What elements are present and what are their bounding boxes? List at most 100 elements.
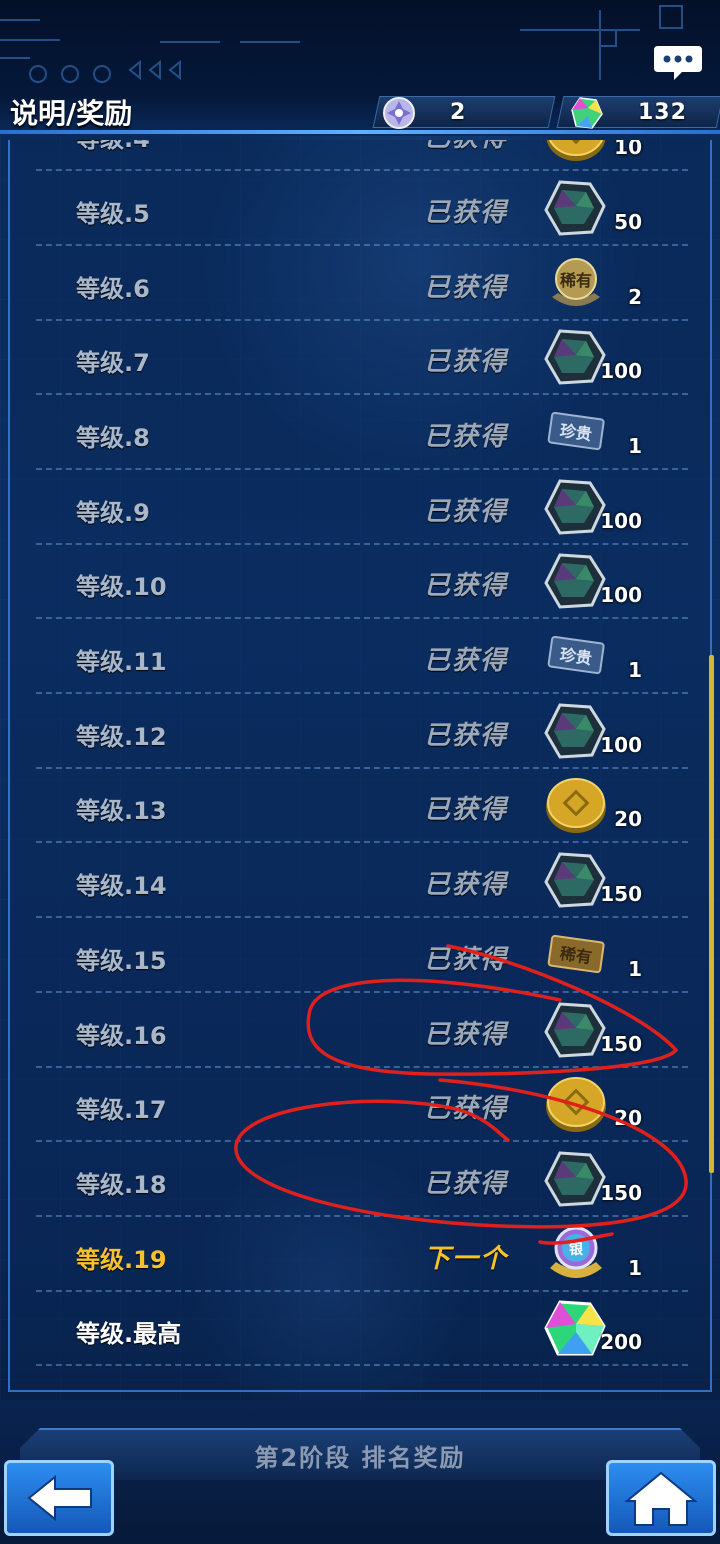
reward-level-label: 等级.15 bbox=[76, 946, 167, 975]
chat-bubble-icon[interactable] bbox=[652, 44, 704, 82]
reward-level-label: 等级.13 bbox=[76, 797, 167, 826]
gold-coin-icon[interactable] bbox=[542, 775, 610, 837]
reward-row: 等级.13 已获得 20 bbox=[10, 769, 710, 844]
reward-status-label: 已获得 bbox=[424, 1094, 509, 1125]
reward-level-label: 等级.17 bbox=[76, 1096, 167, 1125]
header-divider bbox=[0, 130, 720, 134]
reward-row: 等级.6 已获得 稀有 2 bbox=[10, 247, 710, 321]
reward-level-label: 等级.11 bbox=[76, 648, 167, 677]
reward-level-label: 等级.8 bbox=[76, 423, 150, 452]
row-divider bbox=[36, 243, 688, 246]
reward-row: 等级.7 已获得 100 bbox=[10, 321, 710, 396]
reward-status-label: 已获得 bbox=[424, 870, 509, 901]
reward-level-label: 等级.19 bbox=[76, 1245, 167, 1274]
scrollbar[interactable] bbox=[709, 655, 714, 1173]
reward-status-label: 下一个 bbox=[424, 1243, 509, 1274]
reward-quantity: 10 bbox=[614, 140, 642, 160]
precious-ticket-icon[interactable]: 珍贵 bbox=[542, 626, 610, 688]
reward-row: 等级.5 已获得 50 bbox=[10, 172, 710, 246]
reward-level-label: 等级.14 bbox=[76, 872, 167, 901]
row-divider bbox=[36, 169, 688, 172]
reward-quantity: 2 bbox=[628, 284, 642, 309]
reward-quantity: 1 bbox=[628, 658, 642, 683]
reward-quantity: 150 bbox=[600, 882, 642, 907]
row-divider bbox=[36, 1289, 688, 1292]
home-icon bbox=[624, 1471, 698, 1526]
row-divider bbox=[36, 990, 688, 993]
reward-status-label: 已获得 bbox=[424, 197, 509, 228]
reward-status-label: 已获得 bbox=[424, 140, 508, 154]
reward-quantity: 1 bbox=[628, 956, 642, 981]
row-divider bbox=[36, 617, 688, 620]
top-bar: 说明/奖励 2 132 bbox=[0, 0, 720, 136]
home-button[interactable] bbox=[606, 1460, 716, 1536]
reward-row: 等级.15 已获得 稀有 1 bbox=[10, 919, 710, 993]
reward-list-panel[interactable]: 等级.4已获得10等级.5已获得50等级.6已获得稀有2等级.7已获得100等级… bbox=[8, 140, 712, 1392]
rare-medal-icon[interactable]: 稀有 bbox=[542, 253, 610, 315]
reward-level-label: 等级.6 bbox=[76, 274, 150, 303]
reward-status-label: 已获得 bbox=[424, 496, 509, 527]
row-divider bbox=[36, 1364, 688, 1367]
reward-row: 等级.11 已获得 珍贵 1 bbox=[10, 620, 710, 695]
reward-quantity: 50 bbox=[614, 209, 642, 234]
reward-row: 等级.12 已获得 100 bbox=[10, 695, 710, 769]
rare-ticket-icon[interactable]: 稀有 bbox=[542, 925, 610, 987]
reward-row: 等级.9 已获得 100 bbox=[10, 471, 710, 545]
orb-count: 2 bbox=[450, 100, 467, 125]
reward-quantity: 20 bbox=[614, 1106, 642, 1131]
reward-status-label: 已获得 bbox=[424, 1019, 509, 1050]
reward-quantity: 100 bbox=[600, 732, 642, 757]
row-divider bbox=[36, 318, 688, 321]
gem-icon[interactable] bbox=[542, 178, 610, 240]
reward-status-label: 已获得 bbox=[424, 421, 509, 452]
reward-level-label: 等级.10 bbox=[76, 573, 167, 602]
reward-quantity: 100 bbox=[600, 508, 642, 533]
reward-status-label: 已获得 bbox=[424, 720, 509, 751]
reward-level-label: 等级.4 bbox=[76, 140, 150, 154]
reward-level-label: 等级.5 bbox=[76, 199, 150, 228]
reward-row: 等级.14 已获得 150 bbox=[10, 844, 710, 919]
page-title: 说明/奖励 bbox=[10, 97, 133, 130]
reward-quantity: 1 bbox=[628, 1255, 642, 1280]
row-divider bbox=[36, 766, 688, 769]
back-button[interactable] bbox=[4, 1460, 114, 1536]
reward-status-label: 已获得 bbox=[424, 571, 509, 602]
reward-row: 等级.17 已获得 20 bbox=[10, 1068, 710, 1143]
reward-quantity: 1 bbox=[628, 433, 642, 458]
row-divider bbox=[36, 916, 688, 919]
reward-row: 等级.19 下一个 银 1 bbox=[10, 1218, 710, 1292]
reward-row: 等级.4 已获得 10 bbox=[10, 140, 710, 172]
reward-quantity: 150 bbox=[600, 1180, 642, 1205]
row-divider bbox=[36, 1214, 688, 1217]
reward-row: 等级.10 已获得 100 bbox=[10, 545, 710, 620]
reward-status-label: 已获得 bbox=[424, 795, 509, 826]
reward-level-label: 等级.7 bbox=[76, 349, 150, 378]
reward-quantity: 100 bbox=[600, 359, 642, 384]
svg-text:银: 银 bbox=[569, 1241, 584, 1258]
row-divider bbox=[36, 467, 688, 470]
row-divider bbox=[36, 393, 688, 396]
row-divider bbox=[36, 1140, 688, 1143]
reward-status-label: 已获得 bbox=[424, 944, 509, 975]
reward-level-label: 等级.最高 bbox=[76, 1320, 182, 1349]
silver-medal-icon[interactable]: 银 bbox=[542, 1224, 610, 1286]
reward-level-label: 等级.12 bbox=[76, 722, 167, 751]
reward-level-label: 等级.9 bbox=[76, 498, 150, 527]
reward-row: 等级.8 已获得 珍贵 1 bbox=[10, 396, 710, 470]
reward-level-label: 等级.18 bbox=[76, 1170, 167, 1199]
reward-status-label: 已获得 bbox=[424, 646, 509, 677]
gold-coin-icon[interactable] bbox=[542, 140, 610, 165]
reward-row: 等级.18 已获得 150 bbox=[10, 1143, 710, 1217]
back-arrow-icon bbox=[27, 1474, 92, 1522]
gem-count: 132 bbox=[638, 100, 687, 125]
reward-level-label: 等级.16 bbox=[76, 1021, 167, 1050]
reward-status-label: 已获得 bbox=[424, 1168, 509, 1199]
reward-quantity: 200 bbox=[600, 1330, 642, 1355]
orb-icon bbox=[383, 97, 415, 129]
reward-row: 等级.最高 200 bbox=[10, 1292, 710, 1367]
reward-quantity: 150 bbox=[600, 1031, 642, 1056]
row-divider bbox=[36, 542, 688, 545]
precious-ticket-icon[interactable]: 珍贵 bbox=[542, 402, 610, 464]
gold-coin-icon[interactable] bbox=[542, 1074, 610, 1136]
row-divider bbox=[36, 692, 688, 695]
